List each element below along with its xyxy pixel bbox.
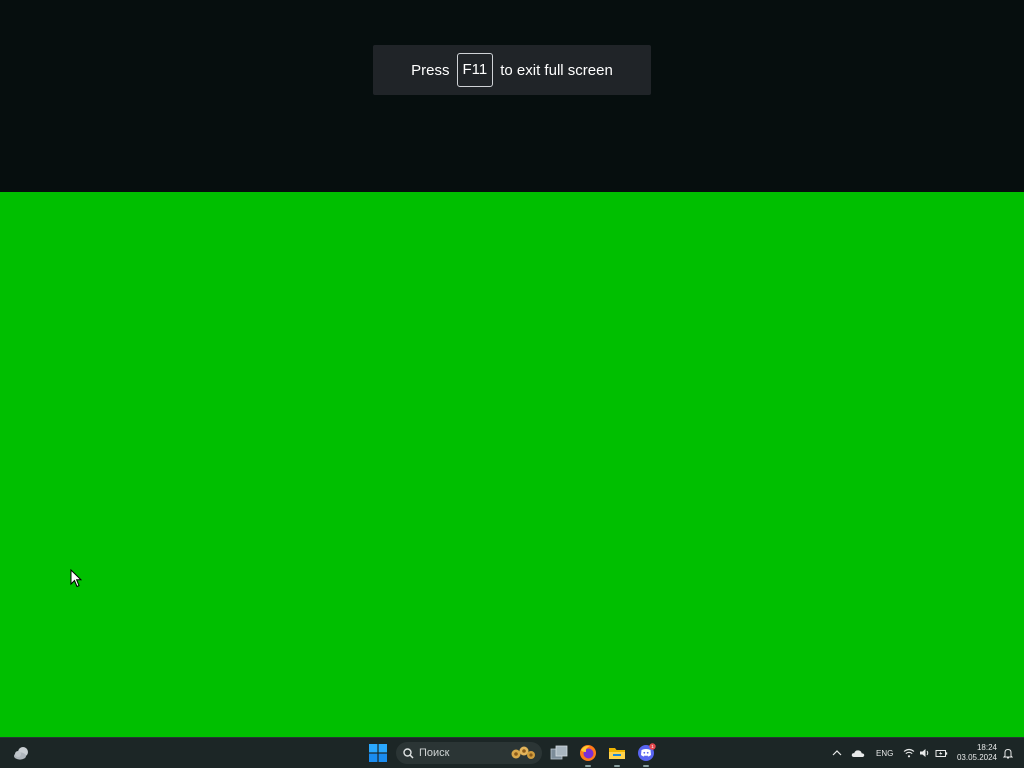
clock[interactable]: 18:24 03.05.2024 — [952, 743, 997, 763]
fullscreen-top-area — [0, 0, 1024, 192]
discord-icon: 1 — [638, 743, 656, 761]
firefox-running-indicator — [585, 765, 591, 767]
discord-running-indicator — [643, 765, 649, 767]
file-explorer-taskbar-button[interactable] — [606, 742, 628, 764]
task-view-icon — [550, 745, 568, 760]
windows-logo-icon — [369, 744, 387, 762]
taskbar: Поиск 1 ENG 18:24 03.05.2024 — [0, 737, 1024, 768]
firefox-icon — [580, 745, 596, 761]
battery-charging-icon — [935, 749, 947, 757]
speaker-icon — [919, 749, 928, 757]
clock-date: 03.05.2024 — [956, 753, 997, 762]
notice-prefix: Press — [411, 61, 450, 79]
notifications-button[interactable] — [997, 742, 1019, 764]
chevron-up-icon — [832, 750, 842, 756]
discord-taskbar-button[interactable]: 1 — [635, 742, 657, 764]
start-button[interactable] — [367, 742, 389, 764]
green-content-area[interactable] — [0, 192, 1024, 737]
file-explorer-icon — [609, 748, 625, 759]
task-view-button[interactable] — [548, 742, 570, 764]
mouse-cursor-icon — [70, 569, 82, 588]
battery-tray-button[interactable] — [930, 742, 952, 764]
input-language-indicator[interactable]: ENG — [876, 749, 893, 758]
screen: Press F11 to exit full screen Поиск 1 EN… — [0, 0, 1024, 768]
onedrive-tray-button[interactable] — [847, 742, 869, 764]
search-highlight-flowers-icon — [511, 746, 535, 759]
show-hidden-icons-button[interactable] — [826, 742, 848, 764]
weather-widget-icon[interactable] — [11, 742, 33, 764]
firefox-taskbar-button[interactable] — [577, 742, 599, 764]
notice-suffix: to exit full screen — [500, 61, 613, 79]
f11-key-label: F11 — [456, 53, 494, 87]
bell-icon — [1003, 748, 1013, 758]
taskbar-search-box[interactable]: Поиск — [396, 742, 542, 764]
clock-time: 18:24 — [976, 743, 997, 752]
fullscreen-exit-notice: Press F11 to exit full screen — [373, 45, 651, 95]
file-explorer-running-indicator — [614, 765, 620, 767]
cloud-icon — [851, 749, 865, 757]
search-placeholder: Поиск — [419, 747, 450, 759]
search-icon — [403, 747, 414, 759]
